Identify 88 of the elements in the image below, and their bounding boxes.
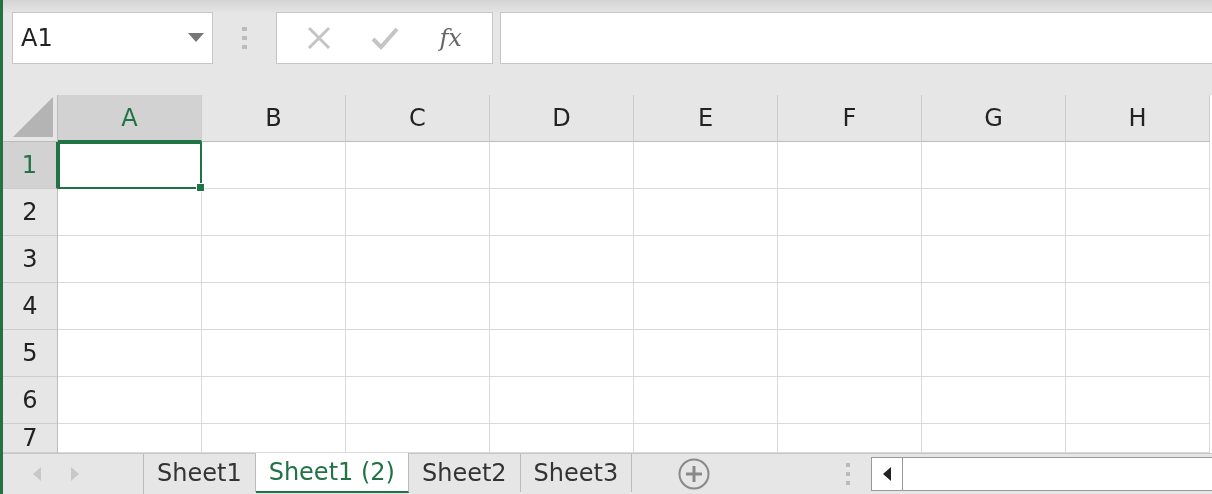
table-cell[interactable] — [490, 283, 634, 330]
table-cell[interactable] — [346, 283, 490, 330]
table-cell[interactable] — [202, 377, 346, 424]
name-box[interactable]: A1 — [12, 11, 213, 64]
column-header[interactable]: C — [346, 95, 490, 142]
dropdown-caret-icon — [188, 33, 204, 42]
column-header[interactable]: A — [58, 95, 202, 142]
row-header[interactable]: 2 — [3, 189, 58, 236]
row-header[interactable]: 6 — [3, 377, 58, 424]
table-cell[interactable] — [922, 424, 1066, 453]
table-cell[interactable] — [922, 189, 1066, 236]
table-cell[interactable] — [202, 283, 346, 330]
check-icon[interactable] — [371, 25, 400, 50]
table-cell[interactable] — [1066, 189, 1210, 236]
row-header[interactable]: 3 — [3, 236, 58, 283]
table-cell[interactable] — [634, 283, 778, 330]
table-cell[interactable] — [634, 330, 778, 377]
table-cell[interactable] — [58, 377, 202, 424]
table-cell[interactable] — [202, 236, 346, 283]
horizontal-scrollbar[interactable] — [871, 457, 1212, 491]
table-cell[interactable] — [634, 424, 778, 453]
table-cell[interactable] — [634, 142, 778, 189]
table-cell[interactable] — [346, 142, 490, 189]
cancel-icon[interactable] — [307, 25, 332, 50]
row-header[interactable]: 4 — [3, 283, 58, 330]
table-cell[interactable] — [490, 424, 634, 453]
table-cell[interactable] — [922, 330, 1066, 377]
table-cell[interactable] — [634, 189, 778, 236]
grip-icon[interactable] — [846, 463, 852, 485]
sheet-tab[interactable]: Sheet3 — [520, 454, 633, 492]
formula-field[interactable] — [500, 11, 1212, 64]
table-cell[interactable] — [778, 330, 922, 377]
active-cell[interactable] — [58, 142, 202, 189]
table-cell[interactable] — [778, 377, 922, 424]
table-cell[interactable] — [778, 189, 922, 236]
table-cell[interactable] — [922, 377, 1066, 424]
table-cell[interactable] — [346, 424, 490, 453]
table-cell[interactable] — [1066, 377, 1210, 424]
table-cell[interactable] — [202, 424, 346, 453]
table-cell[interactable] — [58, 236, 202, 283]
table-cell[interactable] — [922, 142, 1066, 189]
column-header[interactable]: H — [1066, 95, 1210, 142]
table-cell[interactable] — [1066, 142, 1210, 189]
row-header[interactable]: 5 — [3, 330, 58, 377]
insert-function-button[interactable]: fx — [439, 23, 462, 52]
fill-handle[interactable] — [196, 183, 205, 192]
column-header[interactable]: B — [202, 95, 346, 142]
table-cell[interactable] — [922, 236, 1066, 283]
column-header[interactable]: D — [490, 95, 634, 142]
table-cell[interactable] — [634, 377, 778, 424]
grip-icon[interactable] — [242, 26, 248, 49]
table-cell[interactable] — [490, 377, 634, 424]
table-cell[interactable] — [778, 236, 922, 283]
column-header[interactable]: F — [778, 95, 922, 142]
column-header[interactable]: E — [634, 95, 778, 142]
sheet-tab[interactable]: Sheet1 (2) — [255, 453, 409, 493]
sheet-tab[interactable]: Sheet1 — [144, 454, 256, 492]
table-cell[interactable] — [634, 236, 778, 283]
table-cell[interactable] — [202, 330, 346, 377]
table-cell[interactable] — [778, 142, 922, 189]
row-header[interactable]: 7 — [3, 424, 58, 453]
table-cell[interactable] — [490, 330, 634, 377]
table-cell[interactable] — [490, 236, 634, 283]
table-cell[interactable] — [922, 283, 1066, 330]
table-cell[interactable] — [202, 142, 346, 189]
table-cell[interactable] — [346, 377, 490, 424]
row-header[interactable]: 1 — [3, 142, 58, 189]
table-cell[interactable] — [346, 189, 490, 236]
table-cell[interactable] — [202, 189, 346, 236]
column-header[interactable]: G — [922, 95, 1066, 142]
add-sheet-icon[interactable] — [678, 458, 711, 490]
table-cell[interactable] — [1066, 283, 1210, 330]
table-cell[interactable] — [58, 283, 202, 330]
table-cell[interactable] — [778, 283, 922, 330]
table-cell[interactable] — [490, 142, 634, 189]
table-cell[interactable] — [490, 189, 634, 236]
left-arrow-icon — [883, 467, 892, 481]
table-cell[interactable] — [346, 236, 490, 283]
table-cell[interactable] — [778, 424, 922, 453]
table-cell[interactable] — [346, 330, 490, 377]
table-cell[interactable] — [58, 424, 202, 453]
table-cell[interactable] — [1066, 424, 1210, 453]
table-cell[interactable] — [1066, 236, 1210, 283]
table-cell[interactable] — [58, 189, 202, 236]
sheet-tab[interactable]: Sheet2 — [408, 454, 521, 492]
table-cell[interactable] — [58, 330, 202, 377]
table-cell[interactable] — [1066, 330, 1210, 377]
select-all-button[interactable] — [13, 97, 53, 137]
